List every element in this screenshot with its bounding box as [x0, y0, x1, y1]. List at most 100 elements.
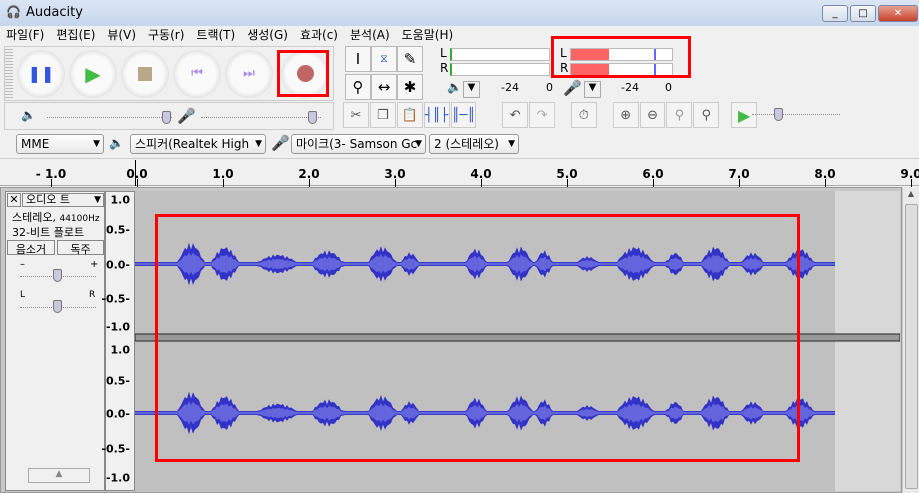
track-channels: 스테레오, [12, 211, 56, 224]
output-device-select[interactable]: 스피커(Realtek High [130, 134, 266, 154]
gain-plus-label: + [90, 259, 99, 270]
mute-button[interactable]: 음소거 [7, 240, 55, 256]
menu-view[interactable]: 뷰(V) [107, 26, 136, 44]
collapse-track-button[interactable]: ▲ [28, 468, 90, 483]
play-meter-right [450, 63, 550, 76]
track-name-menu[interactable]: 오디오 트 ▼ [22, 193, 104, 207]
record-meter-menu[interactable]: ▼ [584, 81, 601, 98]
pan-left-label: L [20, 290, 26, 300]
zoom-in-button[interactable]: ⊕ [612, 102, 639, 128]
transport-toolbar: ❚❚ ▶ ⏮ ⏭ [4, 46, 334, 101]
menu-edit[interactable]: 편집(E) [56, 26, 95, 44]
microphone-icon: 🎤 [563, 79, 582, 97]
magnifier-icon: ⚲ [352, 77, 364, 96]
menu-effect[interactable]: 효과(c) [300, 26, 338, 44]
play-button[interactable]: ▶ [69, 49, 117, 98]
track-close-button[interactable]: ✕ [7, 193, 21, 207]
paste-button[interactable]: 📋 [396, 102, 423, 128]
channels-select[interactable]: 2 (스테레오) [429, 134, 519, 154]
undo-button[interactable]: ↶ [502, 102, 529, 128]
play-meter-menu[interactable]: ▼ [463, 81, 480, 98]
menu-file[interactable]: 파일(F) [6, 26, 44, 44]
speaker-icon: 🔈 [109, 136, 124, 150]
record-button[interactable] [281, 49, 329, 98]
skip-end-icon: ⏭ [243, 66, 255, 81]
tools-toolbar: I ⧖ ✎ ⚲ ↔ ✱ [335, 46, 427, 101]
skip-end-button[interactable]: ⏭ [225, 49, 273, 98]
vertical-scrollbar[interactable]: ▲ [902, 187, 919, 493]
menu-tracks[interactable]: 트랙(T) [196, 26, 235, 44]
minimize-button[interactable]: _ [822, 5, 848, 22]
scrollbar-thumb[interactable] [905, 204, 918, 489]
play-tick: -24 [501, 81, 519, 94]
playback-volume-slider[interactable] [47, 117, 172, 118]
ruler-tick [481, 179, 482, 187]
stopwatch-icon: ⏱ [578, 107, 589, 123]
recording-volume-thumb[interactable] [308, 111, 317, 124]
fit-selection-icon: ⚲ [674, 107, 685, 123]
stop-button[interactable] [121, 49, 169, 98]
paste-icon: 📋 [401, 107, 418, 123]
amplitude-label: 0.0- [105, 407, 130, 421]
close-button[interactable]: ✕ [878, 5, 918, 22]
envelope-tool[interactable]: ⧖ [371, 46, 397, 72]
zoom-out-button[interactable]: ⊖ [639, 102, 666, 128]
microphone-icon: 🎤 [177, 107, 196, 125]
gain-thumb[interactable] [53, 269, 62, 282]
trim-button[interactable]: ┤║├ [423, 102, 450, 128]
waveform-area[interactable] [135, 191, 900, 491]
fit-selection-button[interactable]: ⚲ [666, 102, 693, 128]
play-speed-slider[interactable] [752, 114, 840, 115]
solo-button[interactable]: 독주 [57, 240, 104, 256]
cut-button[interactable]: ✂ [343, 102, 369, 128]
selection-tool[interactable]: I [345, 46, 371, 72]
meter-peak-marker [653, 49, 656, 60]
zoom-tool[interactable]: ⚲ [345, 73, 371, 100]
pan-thumb[interactable] [53, 300, 62, 313]
timeline-ruler[interactable]: - 1.0 0.0 1.0 2.0 3.0 4.0 5.0 6.0 7.0 8.0 9.0 [0, 158, 919, 187]
play-meter-left [450, 48, 550, 61]
skip-start-button[interactable]: ⏮ [173, 49, 221, 98]
input-device-select[interactable]: 마이크(3- Samson Gc [291, 134, 426, 154]
menu-help[interactable]: 도움말(H) [402, 26, 454, 44]
zoom-out-icon: ⊖ [647, 107, 658, 123]
ruler-tick [395, 179, 396, 187]
sync-lock-button[interactable]: ⏱ [570, 102, 597, 128]
menu-generate[interactable]: 생성(G) [247, 26, 288, 44]
redo-icon: ↷ [536, 107, 548, 123]
draw-tool[interactable]: ✎ [397, 46, 423, 72]
play-at-speed-button[interactable]: ▶ [731, 102, 758, 128]
pause-button[interactable]: ❚❚ [17, 49, 65, 98]
record-meter-left [570, 48, 673, 61]
ruler-tick [567, 179, 568, 187]
ruler-tick [653, 179, 654, 187]
play-tick: 0 [546, 81, 553, 94]
copy-button[interactable]: ❐ [369, 102, 396, 128]
record-meter-left-label: L [560, 46, 567, 60]
meter-level-fill [571, 49, 610, 60]
playback-volume-thumb[interactable] [162, 111, 171, 124]
redo-button[interactable]: ↷ [529, 102, 555, 128]
amplitude-label: 0.5- [105, 223, 130, 237]
play-head [135, 160, 136, 186]
fit-project-icon: ⚲ [701, 107, 712, 123]
silence-icon: ║─║ [451, 107, 476, 123]
track-separator [135, 333, 900, 342]
asterisk-icon: ✱ [403, 77, 417, 96]
timeshift-tool[interactable]: ↔ [371, 73, 397, 100]
edit-toolbar: ✂ ❐ 📋 ┤║├ ║─║ ↶ ↷ ⏱ ⊕ ⊖ ⚲ ⚲ ▶ [337, 102, 758, 130]
menu-transport[interactable]: 구동(r) [148, 26, 184, 44]
pan-right-label: R [89, 290, 96, 300]
double-arrow-icon: ↔ [377, 77, 391, 96]
fit-project-button[interactable]: ⚲ [693, 102, 720, 128]
scroll-up-arrow[interactable]: ▲ [904, 189, 918, 203]
silence-button[interactable]: ║─║ [450, 102, 477, 128]
track-control-panel: ✕ 오디오 트 ▼ 스테레오, 44100Hz 32-비트 플로트 음소거 독주 … [5, 191, 105, 491]
multi-tool[interactable]: ✱ [397, 73, 423, 100]
menu-analyze[interactable]: 분석(A) [350, 26, 390, 44]
play-speed-thumb[interactable] [774, 108, 783, 121]
recording-volume-slider[interactable] [201, 117, 321, 118]
host-select[interactable]: MME [16, 134, 104, 154]
maximize-button[interactable]: □ [850, 5, 876, 22]
audacity-logo-icon: 🎧 [6, 5, 21, 19]
